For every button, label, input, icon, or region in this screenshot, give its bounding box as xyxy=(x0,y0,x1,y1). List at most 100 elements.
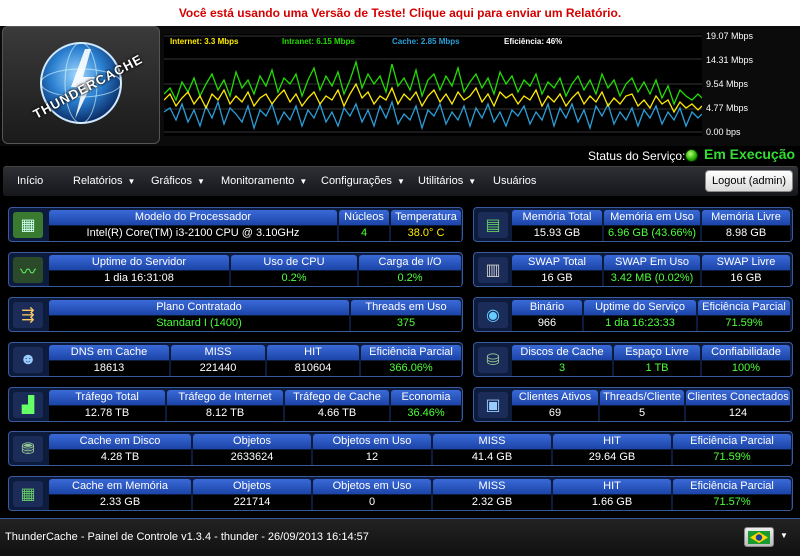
economy-value: 36.46% xyxy=(391,406,461,421)
memory-used-value: 6.96 GB (43.66%) xyxy=(604,226,700,241)
nav-inicio[interactable]: Início xyxy=(17,175,43,187)
binary-panel: ◉ Binário 966 Uptime do Serviço 1 dia 16:2… xyxy=(473,297,793,332)
free-space-header: Espaço Livre xyxy=(614,345,700,360)
temperature-header: Temperatura xyxy=(391,210,461,225)
logout-button[interactable]: Logout (admin) xyxy=(705,170,793,192)
binary-value: 966 xyxy=(512,316,582,331)
disk-icon: ⛁ xyxy=(478,347,508,373)
nav-usuarios[interactable]: Usuários xyxy=(493,175,536,187)
network-arrows-icon: ⇶ xyxy=(13,302,43,328)
active-clients-header: Clientes Ativos xyxy=(512,390,598,405)
service-status-label: Status do Serviço: xyxy=(588,149,686,163)
dns-user-icon: ☻ xyxy=(13,347,43,373)
service-status-row: Status do Serviço: Em Execução xyxy=(0,146,800,166)
thundercache-logo: THUNDERCACHE xyxy=(2,26,160,144)
dns-hit-header: HIT xyxy=(267,345,359,360)
nav-graficos[interactable]: Gráficos ▼ xyxy=(151,175,205,187)
dns-panel: ☻ DNS em Cache 18613 MISS 221440 HIT 810604… xyxy=(8,342,463,377)
memory-total-value: 15.93 GB xyxy=(512,226,602,241)
nav-label: Monitoramento xyxy=(221,175,295,187)
disk-efficiency-value: 71.59% xyxy=(673,450,791,465)
graph-line-cache xyxy=(164,99,702,131)
clients-panel: ▣ Clientes Ativos 69 Threads/Cliente 5 Cli… xyxy=(473,387,793,422)
mem-objects-header: Objetos xyxy=(193,479,311,494)
legend-cache: Cache: 2.85 Mbps xyxy=(392,37,460,46)
mem-cache-value: 2.33 GB xyxy=(49,495,191,510)
threads-value: 375 xyxy=(351,316,461,331)
y-label: 19.07 Mbps xyxy=(706,31,754,41)
traffic-internet-header: Tráfego de Internet xyxy=(167,390,283,405)
legend-internet: Internet: 3.3 Mbps xyxy=(170,37,239,46)
cpu-icon: ▦ xyxy=(13,212,43,238)
plan-panel: ⇶ Plano Contratado Standard I (1400) Thre… xyxy=(8,297,463,332)
dns-efficiency-value: 366.06% xyxy=(361,361,461,376)
free-space-value: 1 TB xyxy=(614,361,700,376)
chevron-down-icon: ▼ xyxy=(468,177,477,186)
disk-cache-value: 4.28 TB xyxy=(49,450,191,465)
header-area: THUNDERCACHE Internet: 3.3 Mbps Intranet… xyxy=(0,26,800,146)
nav-utilitarios[interactable]: Utilitários ▼ xyxy=(418,175,476,187)
disk-objects-inuse-header: Objetos em Uso xyxy=(313,434,431,449)
threads-per-client-header: Threads/Cliente xyxy=(600,390,684,405)
reliability-header: Confiabilidade xyxy=(702,345,790,360)
dns-hit-value: 810604 xyxy=(267,361,359,376)
footer-version-text: ThunderCache - Painel de Controle v1.3.4… xyxy=(5,531,369,543)
dns-cache-value: 18613 xyxy=(49,361,169,376)
y-label: 14.31 Mbps xyxy=(706,55,754,65)
legend-intranet: Intranet: 6.15 Mbps xyxy=(282,37,355,46)
processor-panel: ▦ Modelo do Processador Intel(R) Core(TM)… xyxy=(8,207,463,242)
disk-cache-header: Cache em Disco xyxy=(49,434,191,449)
chevron-down-icon[interactable]: ▼ xyxy=(780,531,788,540)
mem-cache-header: Cache em Memória xyxy=(49,479,191,494)
trial-banner-link[interactable]: Você está usando uma Versão de Teste! Cl… xyxy=(0,0,800,26)
swap-free-value: 16 GB xyxy=(702,271,790,286)
cores-header: Núcleos xyxy=(339,210,389,225)
memory-total-header: Memória Total xyxy=(512,210,602,225)
globe-icon: ◉ xyxy=(478,302,508,328)
swap-used-value: 3.42 MB (0.02%) xyxy=(604,271,700,286)
traffic-total-header: Tráfego Total xyxy=(49,390,165,405)
traffic-cache-header: Tráfego de Cache xyxy=(285,390,389,405)
cpu-usage-value: 0.2% xyxy=(231,271,357,286)
mem-objects-value: 221714 xyxy=(193,495,311,510)
dns-efficiency-header: Eficiência Parcial xyxy=(361,345,461,360)
traffic-panel: ▟ Tráfego Total 12.78 TB Tráfego de Inter… xyxy=(8,387,463,422)
reliability-value: 100% xyxy=(702,361,790,376)
memory-used-header: Memória em Uso xyxy=(604,210,700,225)
swap-used-header: SWAP Em Uso xyxy=(604,255,700,270)
brazil-flag-icon xyxy=(748,531,770,544)
disk-objects-header: Objetos xyxy=(193,434,311,449)
nav-monitoramento[interactable]: Monitoramento ▼ xyxy=(221,175,307,187)
disk-miss-value: 41.4 GB xyxy=(433,450,551,465)
active-clients-value: 69 xyxy=(512,406,598,421)
mem-objects-inuse-value: 0 xyxy=(313,495,431,510)
y-label: 0.00 bps xyxy=(706,127,741,137)
swap-total-header: SWAP Total xyxy=(512,255,602,270)
processor-model-header: Modelo do Processador xyxy=(49,210,337,225)
binary-header: Binário xyxy=(512,300,582,315)
nav-relatorios[interactable]: Relatórios ▼ xyxy=(73,175,135,187)
server-uptime-value: 1 dia 16:31:08 xyxy=(49,271,229,286)
disk-hit-value: 29.64 GB xyxy=(553,450,671,465)
mem-hit-value: 1.66 GB xyxy=(553,495,671,510)
language-selector-button[interactable] xyxy=(744,527,774,547)
connected-clients-header: Clientes Conectados xyxy=(686,390,790,405)
memory-free-value: 8.98 GB xyxy=(702,226,790,241)
chevron-down-icon: ▼ xyxy=(127,177,136,186)
disk-objects-value: 2633624 xyxy=(193,450,311,465)
traffic-internet-value: 8.12 TB xyxy=(167,406,283,421)
footer: ThunderCache - Painel de Controle v1.3.4… xyxy=(0,518,800,556)
memory-free-header: Memória Livre xyxy=(702,210,790,225)
mem-objects-inuse-header: Objetos em Uso xyxy=(313,479,431,494)
graph-line-internet xyxy=(164,82,702,114)
plan-value: Standard I (1400) xyxy=(49,316,349,331)
disk-efficiency-header: Eficiência Parcial xyxy=(673,434,791,449)
nav-configuracoes[interactable]: Configurações ▼ xyxy=(321,175,405,187)
mem-miss-value: 2.32 GB xyxy=(433,495,551,510)
mem-miss-header: MISS xyxy=(433,479,551,494)
threads-header: Threads em Uso xyxy=(351,300,461,315)
processor-model-value: Intel(R) Core(TM) i3-2100 CPU @ 3.10GHz xyxy=(49,226,337,241)
mem-hit-header: HIT xyxy=(553,479,671,494)
binary-efficiency-header: Eficiência Parcial xyxy=(698,300,790,315)
disk-objects-inuse-value: 12 xyxy=(313,450,431,465)
